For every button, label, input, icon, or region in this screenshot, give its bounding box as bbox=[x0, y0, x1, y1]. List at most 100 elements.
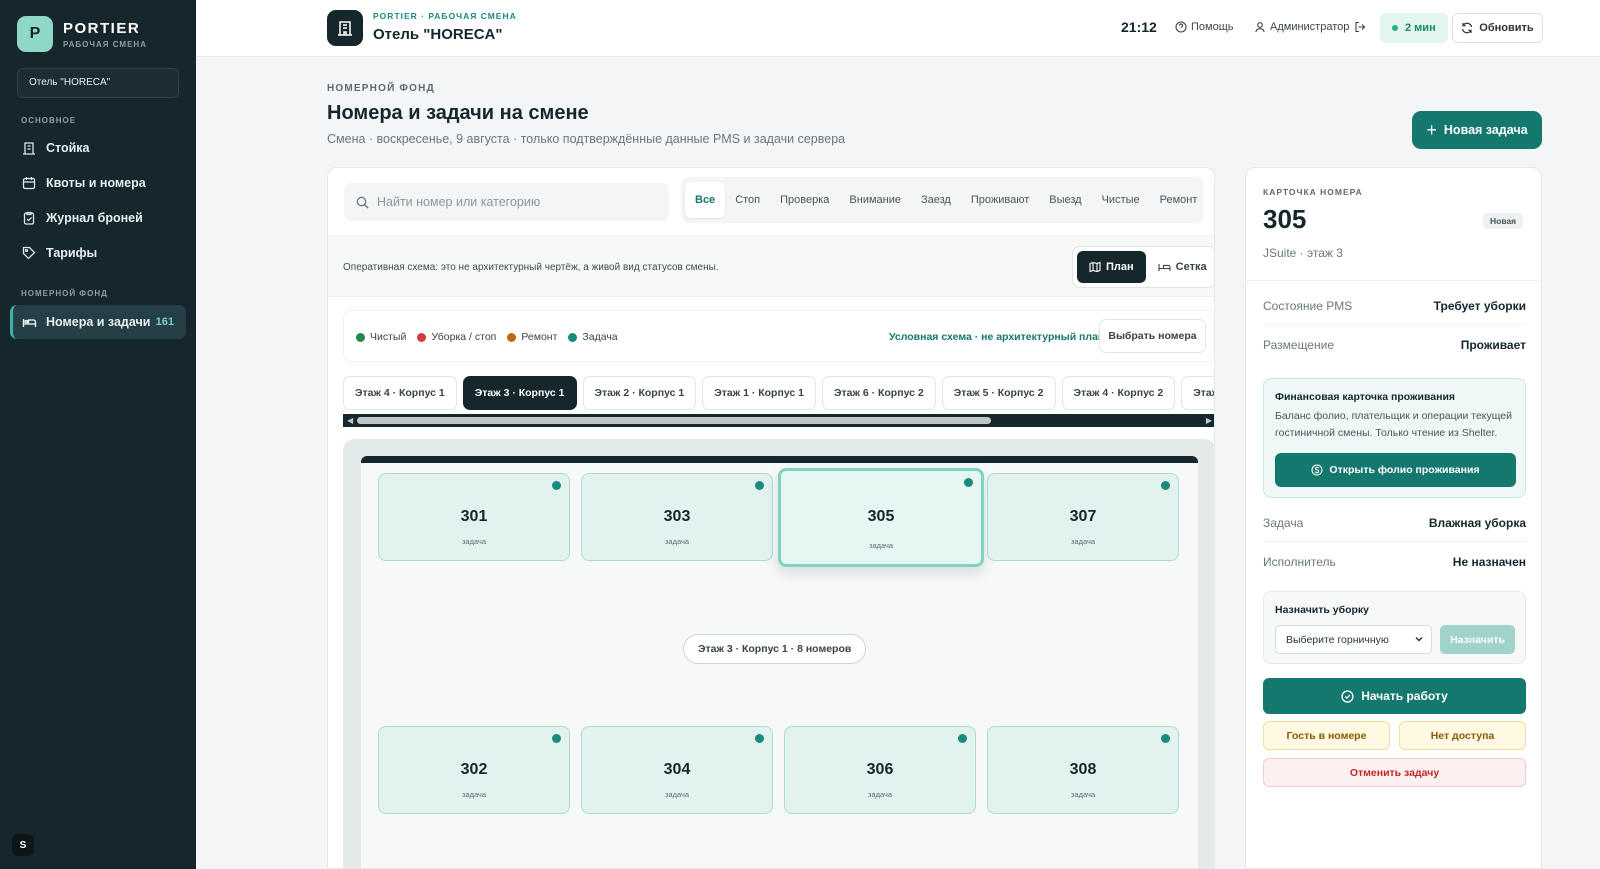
help-icon bbox=[1175, 21, 1187, 33]
legend-label: Чистый bbox=[370, 331, 407, 343]
schema-note: Оперативная схема: это не архитектурный … bbox=[343, 262, 719, 273]
sidebar-item-front-desk[interactable]: Стойка bbox=[10, 131, 186, 165]
start-work-button[interactable]: Начать работу bbox=[1263, 678, 1526, 714]
filter-check[interactable]: Проверка bbox=[770, 182, 839, 218]
view-grid-label: Сетка bbox=[1175, 261, 1207, 273]
room-status-dot bbox=[958, 734, 967, 743]
footer-badge[interactable]: S bbox=[12, 834, 34, 856]
dollar-icon bbox=[1311, 464, 1323, 476]
brand-subtitle: РАБОЧАЯ СМЕНА bbox=[63, 39, 147, 49]
new-task-button[interactable]: + Новая задача bbox=[1412, 111, 1542, 149]
no-access-button[interactable]: Нет доступа bbox=[1399, 721, 1526, 750]
scroll-right-arrow-icon[interactable]: ▶ bbox=[1206, 416, 1212, 425]
floor-tab[interactable]: Этаж 4 · Корпус 2 bbox=[1061, 376, 1176, 410]
filter-attention[interactable]: Внимание bbox=[839, 182, 911, 218]
task-status-badge: Новая bbox=[1483, 213, 1524, 229]
filter-repair[interactable]: Ремонт bbox=[1150, 182, 1208, 218]
refresh-button[interactable]: Обновить bbox=[1452, 13, 1543, 43]
user-menu[interactable]: Администратор bbox=[1254, 21, 1370, 33]
sidebar-item-label: Номера и задачи bbox=[46, 315, 151, 329]
header-hotel-title: Отель "HORECA" bbox=[373, 26, 503, 43]
room-tile[interactable]: 304 задача bbox=[581, 726, 773, 814]
view-plan-button[interactable]: План bbox=[1077, 251, 1146, 283]
open-folio-label: Открыть фолио проживания bbox=[1329, 464, 1480, 476]
room-status-dot bbox=[552, 734, 561, 743]
floor-tabs-scrollbar[interactable]: ◀ ▶ bbox=[343, 414, 1214, 427]
floor-tab[interactable]: Этаж 1 · Корпус 1 bbox=[702, 376, 816, 410]
floor-tab[interactable]: Этаж 4 · Корпус 1 bbox=[343, 376, 457, 410]
floor-tab[interactable]: Этаж 3 bbox=[1181, 376, 1214, 410]
filter-departure[interactable]: Выезд bbox=[1039, 182, 1091, 218]
assign-button[interactable]: Назначить bbox=[1440, 625, 1515, 654]
room-tile[interactable]: 306 задача bbox=[784, 726, 976, 814]
floor-tab[interactable]: Этаж 5 · Корпус 2 bbox=[941, 376, 1056, 410]
filter-stop[interactable]: Стоп bbox=[725, 182, 770, 218]
sidebar-item-bookings[interactable]: Журнал броней bbox=[10, 201, 186, 235]
guest-in-room-button[interactable]: Гость в номере bbox=[1263, 721, 1390, 750]
top-header: PORTIER · РАБОЧАЯ СМЕНА Отель "HORECA" 2… bbox=[196, 0, 1600, 57]
search-placeholder: Найти номер или категорию bbox=[377, 195, 541, 209]
legend-label: Уборка / стоп bbox=[431, 331, 497, 343]
room-card-number: 305 bbox=[1263, 204, 1307, 234]
check-circle-icon bbox=[1341, 689, 1354, 703]
search-icon bbox=[356, 196, 369, 208]
calendar-icon bbox=[21, 175, 37, 191]
refresh-label: Обновить bbox=[1479, 22, 1534, 34]
row-key: Задача bbox=[1263, 515, 1304, 530]
sidebar-item-quotas[interactable]: Квоты и номера bbox=[10, 166, 186, 200]
filter-clean[interactable]: Чистые bbox=[1092, 182, 1150, 218]
filter-all[interactable]: Все bbox=[685, 182, 726, 218]
building-icon bbox=[21, 140, 37, 156]
hotel-selector[interactable]: Отель "HORECA" bbox=[17, 68, 179, 98]
brand-logo: P bbox=[17, 16, 53, 52]
brand[interactable]: P PORTIER РАБОЧАЯ СМЕНА bbox=[17, 16, 147, 52]
room-status-label: задача bbox=[868, 541, 894, 550]
pick-rooms-button[interactable]: Выбрать номера bbox=[1099, 319, 1206, 353]
legend-dot bbox=[507, 332, 517, 342]
legend-label: Задача bbox=[582, 331, 618, 343]
view-toggle: План Сетка bbox=[1072, 246, 1214, 288]
cancel-task-button[interactable]: Отменить задачу bbox=[1263, 758, 1526, 787]
room-number: 303 bbox=[663, 508, 691, 525]
legend-dot bbox=[356, 332, 365, 342]
view-plan-label: План bbox=[1106, 261, 1134, 273]
room-status-label: задача bbox=[664, 537, 690, 546]
floor-tab-active[interactable]: Этаж 3 · Корпус 1 bbox=[462, 376, 577, 410]
floor-plan-canvas: 301 задача 303 задача 305 задача 307 зад… bbox=[361, 456, 1198, 868]
sidebar-item-rates[interactable]: Тарифы bbox=[10, 236, 186, 270]
room-status-label: задача bbox=[1070, 790, 1096, 799]
room-tile[interactable]: 302 задача bbox=[378, 726, 570, 814]
schema-disclaimer: Условная схема · не архитектурный план bbox=[889, 331, 1105, 343]
room-status-label: задача bbox=[867, 790, 893, 799]
chevron-down-icon bbox=[1415, 636, 1423, 642]
room-tile[interactable]: 303 задача bbox=[581, 473, 773, 561]
filter-arrival[interactable]: Заезд bbox=[911, 182, 961, 218]
room-status-dot bbox=[755, 734, 764, 743]
room-tile[interactable]: 308 задача bbox=[987, 726, 1179, 814]
search-input[interactable]: Найти номер или категорию bbox=[344, 183, 669, 221]
finance-description: Баланс фолио, плательщик и операции теку… bbox=[1275, 410, 1512, 439]
assign-title: Назначить уборку bbox=[1275, 604, 1370, 616]
row-key: Исполнитель bbox=[1263, 555, 1336, 569]
sidebar-item-label: Тарифы bbox=[46, 246, 98, 260]
housekeeper-select[interactable]: Выберите горничную bbox=[1275, 625, 1432, 654]
sidebar-item-rooms-tasks[interactable]: Номера и задачи 161 bbox=[10, 305, 186, 339]
floor-tab[interactable]: Этаж 2 · Корпус 1 bbox=[582, 376, 697, 410]
row-value: Проживает bbox=[1460, 338, 1526, 352]
room-tile[interactable]: 301 задача bbox=[378, 473, 570, 561]
pms-state-row: Состояние PMS Требует уборки bbox=[1263, 287, 1526, 325]
filter-in-house[interactable]: Проживают bbox=[961, 182, 1039, 218]
room-status-label: задача bbox=[664, 790, 690, 799]
view-grid-button[interactable]: Сетка bbox=[1146, 251, 1214, 283]
floor-tab[interactable]: Этаж 6 · Корпус 2 bbox=[822, 376, 936, 410]
help-link[interactable]: Помощь bbox=[1175, 21, 1234, 33]
sidebar-item-label: Квоты и номера bbox=[46, 176, 146, 190]
room-tile[interactable]: 307 задача bbox=[987, 473, 1179, 561]
room-tile-selected[interactable]: 305 задача bbox=[778, 468, 984, 567]
scrollbar-thumb[interactable] bbox=[357, 417, 991, 424]
logout-icon[interactable] bbox=[1354, 21, 1366, 33]
scroll-left-arrow-icon[interactable]: ◀ bbox=[347, 416, 353, 425]
room-status-label: задача bbox=[461, 790, 487, 799]
room-number: 302 bbox=[460, 761, 488, 778]
open-folio-button[interactable]: Открыть фолио проживания bbox=[1275, 453, 1516, 487]
